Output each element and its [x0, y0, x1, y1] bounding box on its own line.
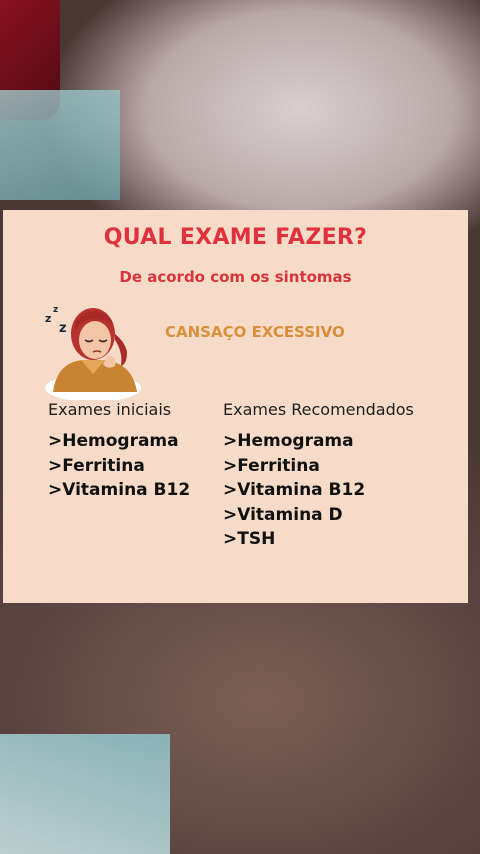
- list-item: >TSH: [223, 529, 276, 549]
- infographic-title: QUAL EXAME FAZER?: [103, 225, 368, 250]
- svg-text:z: z: [59, 321, 67, 336]
- list-item: >Ferritina: [223, 455, 320, 476]
- background-floor-tile: [0, 734, 170, 854]
- tired-woman-icon: z z z: [45, 305, 141, 400]
- infographic-subtitle: De acordo com os sintomas: [119, 268, 352, 286]
- list-item: >Vitamina B12: [48, 480, 191, 500]
- recommended-exams-column: Exames Recomendados >Hemograma >Ferritin…: [223, 400, 414, 552]
- infographic-card: QUAL EXAME FAZER? De acordo com os sinto…: [3, 210, 468, 603]
- list-item: >Hemograma: [48, 431, 179, 451]
- svg-text:z: z: [53, 305, 58, 315]
- list-item: >Ferritina: [48, 455, 145, 476]
- background-tile: [0, 90, 120, 200]
- list-item: >Vitamina D: [223, 504, 343, 525]
- exam-list: >Hemograma >Ferritina >Vitamina B12 >Vit…: [223, 429, 414, 552]
- symptom-label: CANSAÇO EXCESSIVO: [165, 323, 345, 341]
- column-heading: Exames Recomendados: [223, 400, 414, 419]
- initial-exams-column: Exames iniciais >Hemograma >Ferritina >V…: [48, 400, 190, 503]
- svg-text:z: z: [45, 312, 51, 325]
- column-heading: Exames iniciais: [48, 400, 172, 419]
- exam-list: >Hemograma >Ferritina >Vitamina B12: [48, 429, 190, 503]
- list-item: >Vitamina B12: [223, 480, 366, 500]
- list-item: >Hemograma: [223, 431, 354, 451]
